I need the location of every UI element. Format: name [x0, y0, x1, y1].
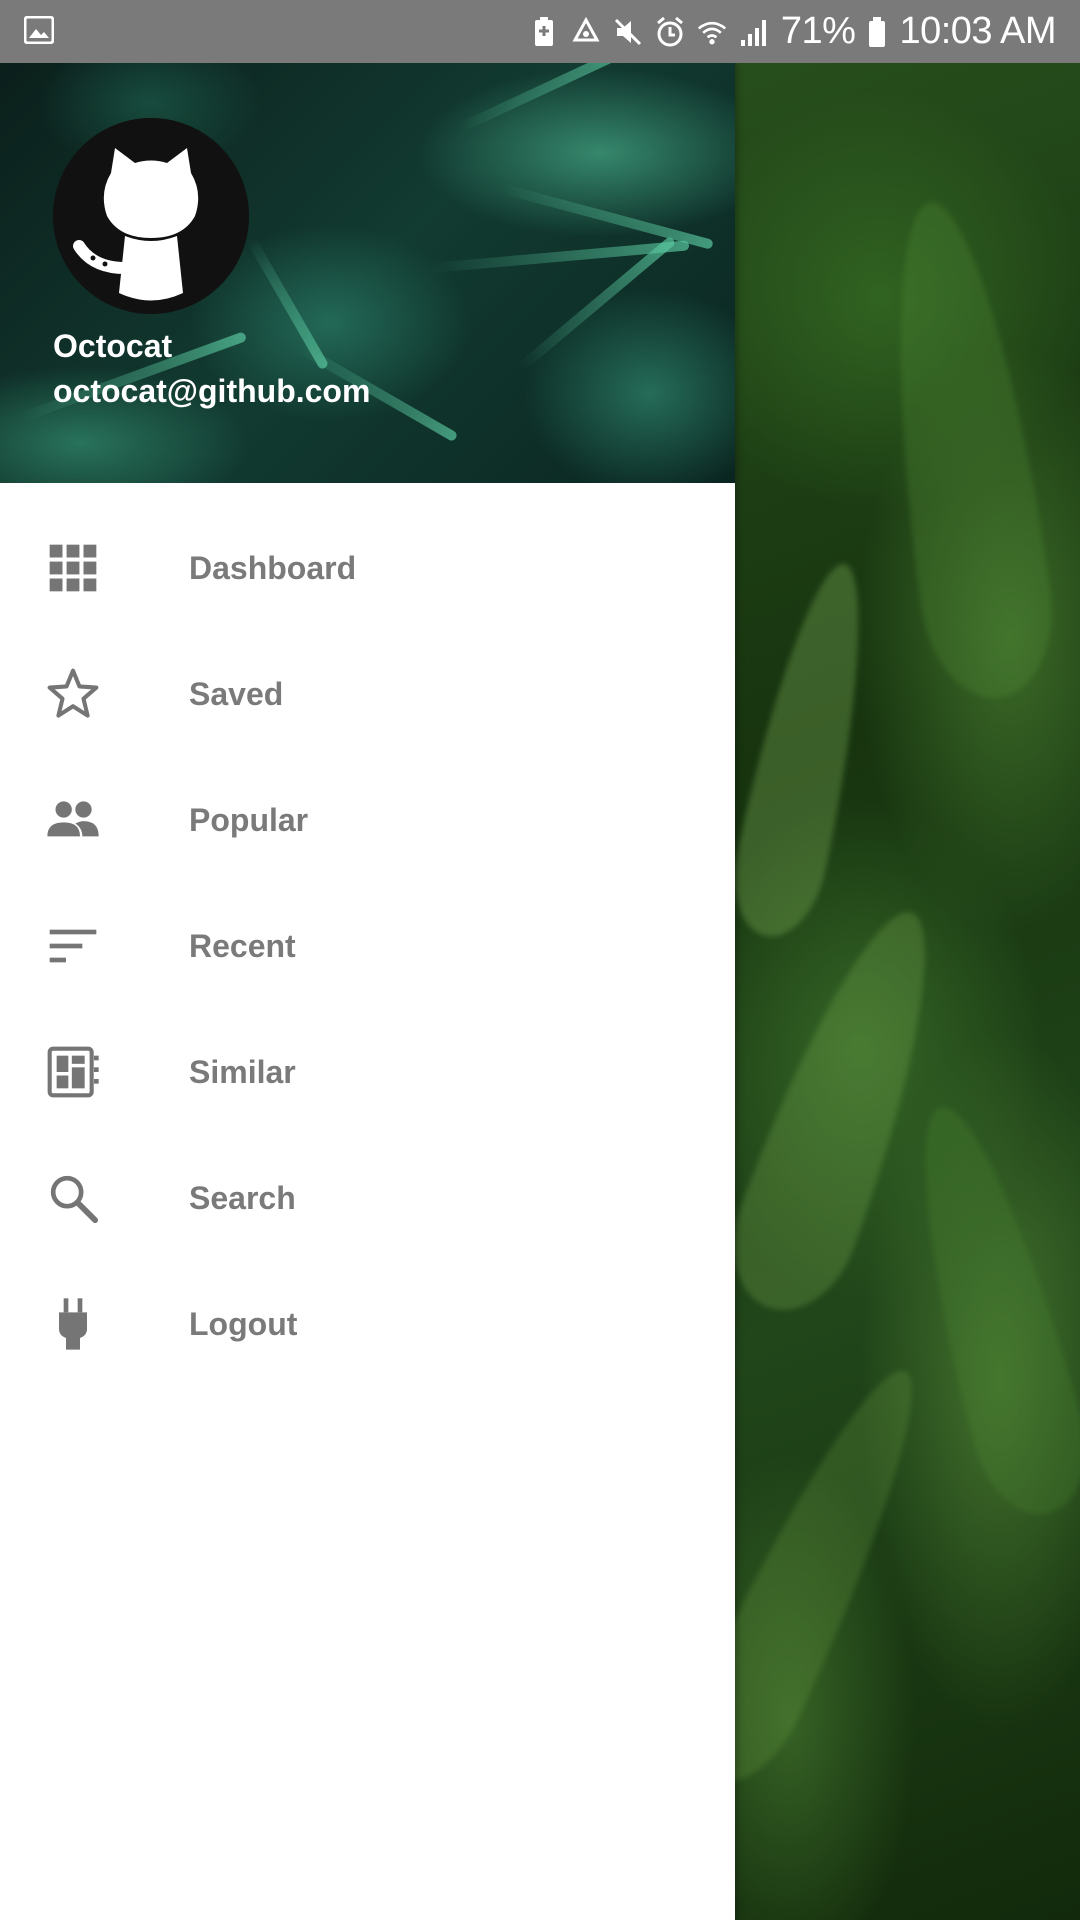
user-email: octocat@github.com — [53, 373, 371, 409]
user-avatar[interactable] — [53, 118, 249, 314]
menu-item-saved[interactable]: Saved — [0, 631, 735, 757]
menu-item-similar[interactable]: Similar — [0, 1009, 735, 1135]
plug-icon — [42, 1293, 104, 1355]
alarm-icon — [656, 16, 683, 46]
palm-frond — [457, 63, 626, 133]
signal-icon — [740, 19, 766, 46]
navigation-drawer: Octocat octocat@github.com Dashboard Sav… — [0, 63, 735, 1920]
gallery-icon — [24, 16, 54, 44]
search-icon — [42, 1167, 104, 1229]
menu-item-dashboard[interactable]: Dashboard — [0, 505, 735, 631]
palm-frond — [245, 235, 330, 371]
plant-leaf — [865, 193, 1065, 707]
battery-saver-icon — [534, 16, 553, 46]
grid-icon — [42, 537, 104, 599]
menu-label: Popular — [189, 801, 309, 838]
plant-leaf — [711, 892, 969, 1328]
mute-icon — [614, 18, 641, 45]
menu-item-popular[interactable]: Popular — [0, 757, 735, 883]
status-bar: 71% 10:03 AM — [0, 0, 1080, 63]
status-icons: 71% 10:03 AM — [529, 0, 1056, 63]
plant-leaf — [721, 554, 889, 946]
menu-label: Logout — [189, 1305, 298, 1342]
menu-label: Dashboard — [189, 549, 357, 586]
plant-leaf — [887, 1092, 1080, 1528]
menu-label: Saved — [189, 675, 284, 712]
wifi-icon — [697, 21, 726, 44]
clock: 10:03 AM — [899, 10, 1056, 52]
menu-item-search[interactable]: Search — [0, 1135, 735, 1261]
star-icon — [42, 663, 104, 725]
menu-item-recent[interactable]: Recent — [0, 883, 735, 1009]
sort-icon — [42, 915, 104, 977]
drawer-menu: Dashboard Saved Popular Recent Similar S… — [0, 505, 735, 1387]
recycle-icon — [572, 16, 600, 41]
people-icon — [42, 789, 104, 851]
drawer-header: Octocat octocat@github.com — [0, 63, 735, 483]
menu-label: Search — [189, 1179, 296, 1216]
menu-label: Similar — [189, 1053, 296, 1090]
palm-frond — [498, 183, 714, 250]
menu-label: Recent — [189, 927, 296, 964]
battery-icon — [869, 16, 886, 47]
user-name: Octocat — [53, 328, 173, 364]
dashboard-panel-icon — [42, 1041, 104, 1103]
menu-item-logout[interactable]: Logout — [0, 1261, 735, 1387]
battery-percent: 71% — [780, 10, 856, 52]
octocat-avatar — [53, 118, 249, 314]
